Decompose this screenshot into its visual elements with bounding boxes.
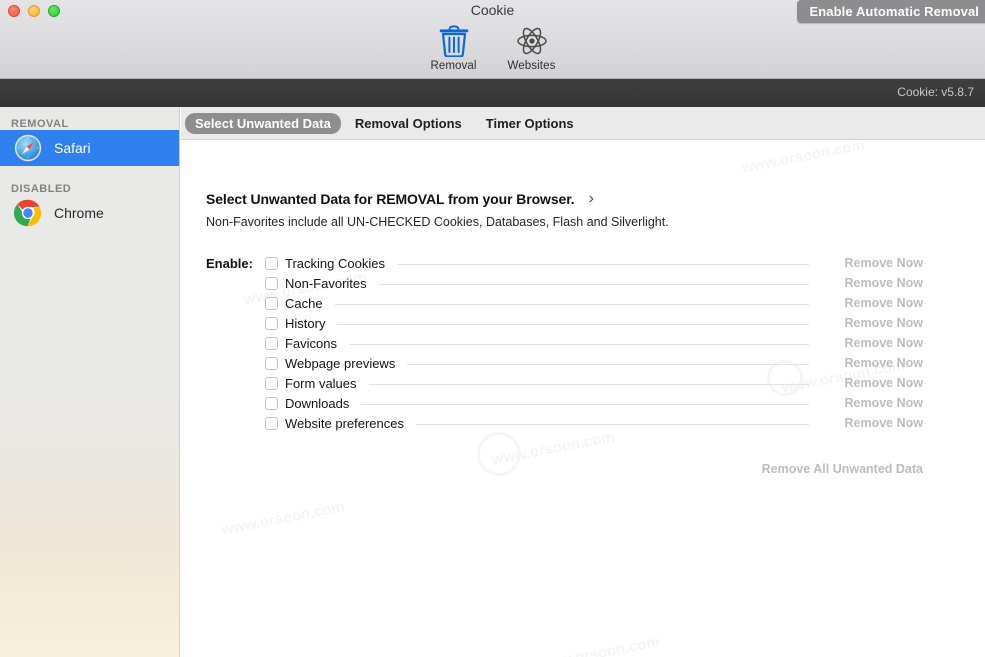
- page-title: Select Unwanted Data for REMOVAL from yo…: [206, 191, 594, 208]
- remove-now-button[interactable]: Remove Now: [819, 256, 924, 270]
- list-item: Downloads Remove Now: [265, 393, 923, 413]
- toolbar: Removal Websites: [0, 24, 985, 72]
- list-item: Webpage previews Remove Now: [265, 353, 923, 373]
- toolbar-item-websites-label: Websites: [507, 60, 556, 72]
- watermark: www.orsoon.com: [220, 498, 346, 539]
- remove-now-button[interactable]: Remove Now: [819, 376, 924, 390]
- list-item: Favicons Remove Now: [265, 333, 923, 353]
- remove-now-button[interactable]: Remove Now: [819, 416, 924, 430]
- toolbar-item-removal[interactable]: Removal: [420, 24, 488, 72]
- watermark-ring-icon: [477, 432, 521, 476]
- trash-icon: [439, 24, 469, 58]
- toolbar-item-websites[interactable]: Websites: [498, 24, 566, 72]
- checkbox-cache[interactable]: [265, 296, 278, 310]
- list-item-label: Tracking Cookies: [285, 255, 385, 271]
- chevron-right-icon[interactable]: ›: [589, 191, 594, 207]
- sidebar-item-safari[interactable]: Safari: [0, 130, 179, 166]
- tab-select-unwanted-data[interactable]: Select Unwanted Data: [185, 112, 341, 134]
- tab-timer-options[interactable]: Timer Options: [476, 113, 584, 134]
- list-item: Non-Favorites Remove Now: [265, 273, 923, 293]
- list-item: History Remove Now: [265, 313, 923, 333]
- list-item: Cache Remove Now: [265, 293, 923, 313]
- checkbox-form-values[interactable]: [265, 376, 278, 390]
- sidebar-item-chrome[interactable]: Chrome: [0, 195, 179, 231]
- list-item: Form values Remove Now: [265, 373, 923, 393]
- leader-line: [368, 383, 809, 385]
- leader-line: [396, 263, 809, 265]
- sidebar: REMOVAL Safari DISABLED Chrome: [0, 107, 180, 657]
- safari-icon: [14, 134, 42, 162]
- list-item-label: Favicons: [285, 335, 338, 351]
- watermark: www.orsoon.com: [535, 633, 661, 657]
- leader-line: [416, 423, 809, 425]
- list-item-label: Website preferences: [285, 415, 404, 431]
- leader-line: [337, 323, 809, 325]
- remove-all-unwanted-data-button[interactable]: Remove All Unwanted Data: [762, 462, 923, 476]
- list-item: Tracking Cookies Remove Now: [265, 253, 923, 273]
- toolbar-item-removal-label: Removal: [430, 60, 477, 72]
- checkbox-website-preferences[interactable]: [265, 416, 278, 430]
- version-bar: Cookie: v5.8.7: [0, 79, 985, 107]
- list-item-label: Cache: [285, 295, 323, 311]
- main-panel: Select Unwanted Data Removal Options Tim…: [181, 107, 985, 657]
- page-title-text: Select Unwanted Data for REMOVAL from yo…: [206, 191, 575, 207]
- enable-label: Enable:: [206, 256, 253, 271]
- leader-line: [378, 283, 809, 285]
- sidebar-item-chrome-label: Chrome: [54, 205, 104, 221]
- watermark: www.orsoon.com: [740, 136, 866, 177]
- list-item-label: Non-Favorites: [285, 275, 367, 291]
- leader-line: [407, 363, 809, 365]
- app-version-label: Cookie: v5.8.7: [897, 85, 974, 99]
- watermark: www.orsoon.com: [490, 428, 616, 469]
- remove-now-button[interactable]: Remove Now: [819, 396, 924, 410]
- remove-now-button[interactable]: Remove Now: [819, 316, 924, 330]
- leader-line: [334, 303, 809, 305]
- sidebar-section-header-disabled: DISABLED: [11, 183, 72, 195]
- leader-line: [361, 403, 809, 405]
- tab-bar: Select Unwanted Data Removal Options Tim…: [181, 107, 985, 140]
- leader-line: [349, 343, 809, 345]
- checkbox-history[interactable]: [265, 316, 278, 330]
- list-item-label: Downloads: [285, 395, 350, 411]
- panel-body: www.orsoon.com www.orsoon.com www.orsoon…: [181, 136, 985, 657]
- remove-now-button[interactable]: Remove Now: [819, 356, 924, 370]
- titlebar: Cookie Removal Websites Enable Automatic…: [0, 0, 985, 79]
- list-item-label: Form values: [285, 375, 357, 391]
- remove-now-button[interactable]: Remove Now: [819, 336, 924, 350]
- chrome-icon: [13, 199, 42, 227]
- remove-now-button[interactable]: Remove Now: [819, 296, 924, 310]
- checkbox-non-favorites[interactable]: [265, 276, 278, 290]
- list-item-label: History: [285, 315, 326, 331]
- remove-now-button[interactable]: Remove Now: [819, 276, 924, 290]
- checkbox-tracking-cookies[interactable]: [265, 256, 278, 270]
- list-item-label: Webpage previews: [285, 355, 396, 371]
- enable-automatic-removal-button[interactable]: Enable Automatic Removal: [797, 0, 985, 23]
- tab-removal-options[interactable]: Removal Options: [345, 113, 472, 134]
- sidebar-item-safari-label: Safari: [54, 140, 91, 156]
- atom-icon: [516, 24, 548, 58]
- list-item: Website preferences Remove Now: [265, 413, 923, 433]
- unwanted-data-list: Tracking Cookies Remove Now Non-Favorite…: [265, 253, 923, 433]
- checkbox-favicons[interactable]: [265, 336, 278, 350]
- checkbox-webpage-previews[interactable]: [265, 356, 278, 370]
- checkbox-downloads[interactable]: [265, 396, 278, 410]
- page-subtitle: Non-Favorites include all UN-CHECKED Coo…: [206, 215, 669, 229]
- sidebar-section-header-removal: REMOVAL: [11, 118, 69, 130]
- app-window: Cookie Removal Websites Enable Automatic…: [0, 0, 985, 657]
